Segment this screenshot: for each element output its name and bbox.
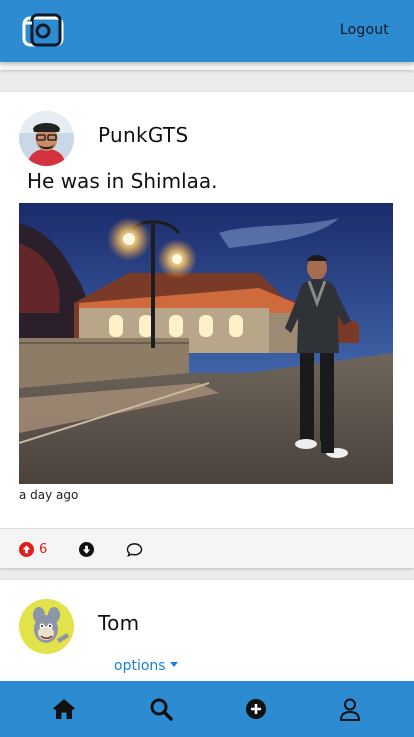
top-bar: Logout (0, 0, 414, 62)
logout-button[interactable]: Logout (340, 22, 389, 38)
post-actions: 6 (0, 528, 414, 568)
upvote-count: 6 (39, 541, 48, 557)
avatar[interactable] (19, 599, 74, 654)
downvote-button[interactable] (79, 540, 94, 558)
avatar[interactable] (19, 111, 74, 166)
nav-profile-button[interactable] (337, 696, 363, 722)
upvote-button[interactable]: 6 (19, 540, 47, 558)
arrow-circle-up-icon (19, 541, 34, 557)
arrow-circle-down-icon (79, 541, 94, 557)
post-caption: He was in Shimlaa. (27, 169, 218, 193)
bottom-nav (0, 681, 414, 737)
home-icon (53, 699, 75, 719)
nav-home-button[interactable] (51, 696, 77, 722)
nav-add-post-button[interactable] (243, 696, 269, 722)
nav-search-button[interactable] (148, 696, 174, 722)
post-username[interactable]: Tom (98, 611, 139, 635)
post-card-previous (0, 62, 414, 70)
post-card: PunkGTS He was in Shimlaa. a day ago 6 (0, 92, 414, 568)
comment-button[interactable] (126, 540, 143, 558)
caret-down-icon (169, 662, 178, 667)
app-logo[interactable] (20, 13, 66, 49)
options-dropdown[interactable]: options (114, 658, 178, 674)
search-icon (150, 698, 173, 721)
options-label: options (114, 658, 166, 674)
post-username[interactable]: PunkGTS (98, 123, 188, 147)
post-image[interactable] (19, 203, 393, 484)
plus-circle-icon (246, 699, 266, 719)
user-icon (339, 698, 361, 721)
post-card-next: Tom options (0, 580, 414, 681)
feed[interactable]: PunkGTS He was in Shimlaa. a day ago 6 T… (0, 62, 414, 681)
post-timestamp: a day ago (19, 488, 79, 502)
comment-icon (126, 542, 143, 557)
